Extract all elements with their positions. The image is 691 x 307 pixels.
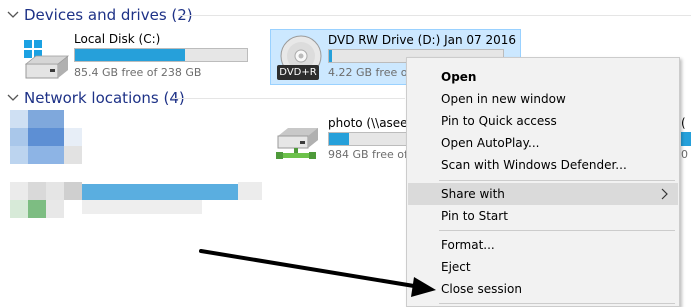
obscured-network-item[interactable] xyxy=(10,110,100,170)
menu-item-open[interactable]: Open xyxy=(408,66,678,88)
pixelated-block xyxy=(82,184,238,200)
section-divider xyxy=(172,98,405,99)
menu-item-pin-to-start[interactable]: Pin to Start xyxy=(408,205,678,227)
menu-item-scan-with-windows-defender[interactable]: Scan with Windows Defender... xyxy=(408,154,678,176)
pixelated-block xyxy=(28,182,46,200)
pixelated-block xyxy=(28,200,46,218)
pixelated-block xyxy=(82,200,202,214)
menu-separator xyxy=(439,180,675,181)
pixelated-block xyxy=(10,110,28,128)
dvd-badge: DVD+R xyxy=(277,65,319,80)
menu-item-pin-to-quick-access[interactable]: Pin to Quick access xyxy=(408,110,678,132)
menu-item-label: Eject xyxy=(441,260,471,274)
context-menu: Open Open in new window Pin to Quick acc… xyxy=(406,57,680,307)
section-devices-and-drives[interactable]: Devices and drives (2) xyxy=(0,4,691,26)
menu-item-eject[interactable]: Eject xyxy=(408,256,678,278)
menu-separator xyxy=(439,230,675,231)
drive-usage-fill xyxy=(329,133,349,145)
menu-item-label: Open xyxy=(441,70,477,84)
pixelated-block xyxy=(10,182,28,200)
pixelated-block xyxy=(64,182,82,200)
drive-name: Local Disk (C:) xyxy=(74,32,161,46)
menu-item-label: Share with xyxy=(441,187,505,201)
drive-usage-fill xyxy=(75,49,186,61)
menu-item-share-with[interactable]: Share with xyxy=(408,183,678,205)
menu-item-label: Pin to Quick access xyxy=(441,114,557,128)
pixelated-block xyxy=(10,128,28,146)
pixelated-block xyxy=(64,128,82,146)
drive-free-space: 984 GB free of xyxy=(328,148,408,161)
menu-item-label: Pin to Start xyxy=(441,209,508,223)
section-title: Devices and drives (2) xyxy=(24,6,193,24)
pixelated-block xyxy=(10,146,28,164)
drive-usage-bar xyxy=(328,132,408,146)
menu-item-label: Format... xyxy=(441,238,495,252)
pixelated-block xyxy=(28,146,64,164)
drive-usage-bar xyxy=(681,132,691,146)
pixelated-block xyxy=(238,182,262,200)
obscured-network-item[interactable] xyxy=(10,182,270,222)
chevron-down-icon[interactable] xyxy=(6,8,20,22)
pixelated-block xyxy=(46,200,64,218)
pixelated-block xyxy=(64,146,82,164)
menu-item-label: Close session xyxy=(441,282,522,296)
section-divider xyxy=(178,15,691,16)
drive-name: ( xyxy=(681,116,686,130)
pixelated-block xyxy=(28,128,64,146)
pixelated-block xyxy=(46,182,64,200)
menu-item-label: Scan with Windows Defender... xyxy=(441,158,627,172)
chevron-down-icon[interactable] xyxy=(6,91,20,105)
menu-item-format[interactable]: Format... xyxy=(408,234,678,256)
drive-name: photo (\\aseer xyxy=(328,116,413,130)
menu-item-label: Open in new window xyxy=(441,92,566,106)
network-item-partial[interactable]: ( 0 xyxy=(681,112,691,162)
menu-item-open-in-new-window[interactable]: Open in new window xyxy=(408,88,678,110)
menu-item-close-session[interactable]: Close session xyxy=(408,278,678,300)
drive-free-space: 0 xyxy=(681,148,688,161)
drive-usage-bar xyxy=(74,48,248,62)
hard-drive-windows-icon xyxy=(22,36,70,86)
pixelated-block xyxy=(28,110,64,128)
menu-item-open-autoplay[interactable]: Open AutoPlay... xyxy=(408,132,678,154)
network-drive-photo[interactable]: photo (\\aseer 984 GB free of xyxy=(274,112,413,170)
network-drive-icon xyxy=(274,126,322,166)
pixelated-block xyxy=(10,200,28,218)
submenu-arrow-icon xyxy=(661,188,668,203)
drive-usage-fill xyxy=(329,50,333,62)
section-title: Network locations (4) xyxy=(24,89,185,107)
menu-item-label: Open AutoPlay... xyxy=(441,136,540,150)
drive-free-space: 85.4 GB free of 238 GB xyxy=(74,66,202,79)
drive-name: DVD RW Drive (D:) Jan 07 2016 xyxy=(328,33,517,47)
drive-local-disk-c[interactable]: Local Disk (C:) 85.4 GB free of 238 GB xyxy=(18,30,258,88)
drive-free-space: 4.22 GB free of xyxy=(328,66,412,79)
section-network-locations[interactable]: Network locations (4) xyxy=(0,87,405,109)
